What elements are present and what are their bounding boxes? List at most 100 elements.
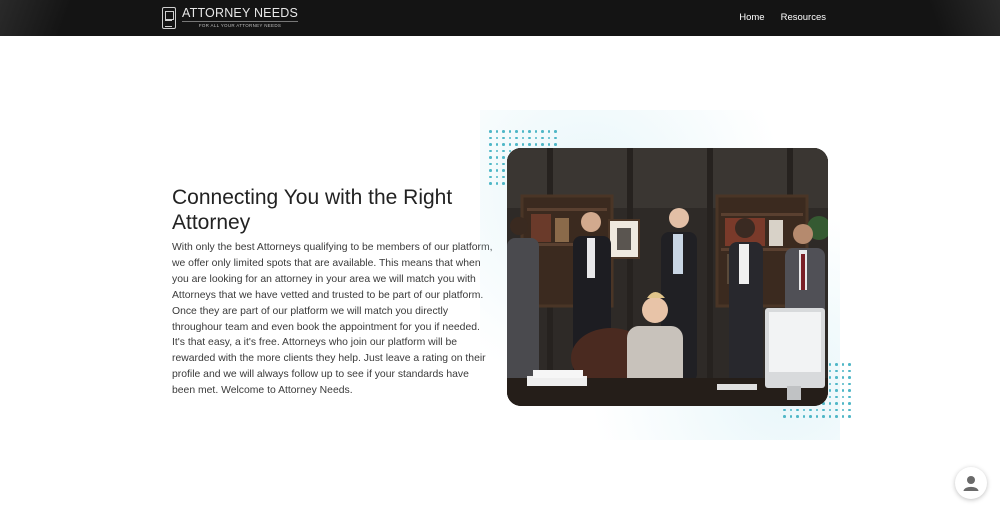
decorative-dot	[489, 156, 492, 159]
decorative-dot	[508, 136, 511, 139]
top-navigation-bar: ATTORNEY NEEDS FOR ALL YOUR ATTORNEY NEE…	[0, 0, 1000, 36]
chat-launcher-button[interactable]	[955, 467, 987, 499]
decorative-dot	[828, 415, 831, 418]
decorative-dot	[489, 130, 492, 133]
decorative-dot	[502, 130, 505, 133]
decorative-dot	[848, 415, 851, 418]
decorative-dot	[495, 149, 498, 152]
decorative-dot	[835, 408, 838, 411]
decorative-dot	[815, 408, 818, 411]
decorative-dot	[528, 130, 531, 133]
decorative-dot	[554, 136, 557, 139]
decorative-dot	[835, 376, 838, 379]
decorative-dot	[541, 136, 544, 139]
decorative-dot	[828, 376, 831, 379]
decorative-dot	[495, 162, 498, 165]
decorative-dot	[841, 389, 844, 392]
decorative-dot	[489, 143, 492, 146]
decorative-dot	[502, 182, 505, 185]
decorative-dot	[783, 408, 786, 411]
decorative-dot	[502, 169, 505, 172]
decorative-dot	[521, 143, 524, 146]
decorative-dot	[822, 408, 825, 411]
user-avatar-icon	[963, 476, 979, 491]
decorative-dot	[541, 143, 544, 146]
decorative-dot	[534, 143, 537, 146]
decorative-dot	[841, 408, 844, 411]
attorney-team-illustration	[507, 148, 828, 406]
decorative-dot	[841, 382, 844, 385]
decorative-dot	[495, 143, 498, 146]
decorative-dot	[502, 175, 505, 178]
decorative-dot	[841, 402, 844, 405]
section-body-text: With only the best Attorneys qualifying …	[172, 242, 493, 397]
decorative-dot	[835, 389, 838, 392]
logo-text: ATTORNEY NEEDS FOR ALL YOUR ATTORNEY NEE…	[182, 6, 299, 29]
decorative-dot	[489, 136, 492, 139]
decorative-dot	[515, 136, 518, 139]
decorative-dot	[828, 389, 831, 392]
decorative-dot	[489, 182, 492, 185]
decorative-dot	[489, 162, 492, 165]
decorative-dot	[815, 415, 818, 418]
decorative-dot	[554, 130, 557, 133]
decorative-dot	[502, 136, 505, 139]
decorative-dot	[508, 130, 511, 133]
decorative-dot	[848, 389, 851, 392]
decorative-dot	[835, 382, 838, 385]
decorative-dot	[835, 363, 838, 366]
decorative-dot	[495, 169, 498, 172]
logo-title: ATTORNEY NEEDS	[182, 6, 299, 20]
decorative-dot	[515, 143, 518, 146]
nav-link-home[interactable]: Home	[739, 12, 764, 24]
decorative-dot	[502, 156, 505, 159]
decorative-dot	[521, 136, 524, 139]
decorative-dot	[835, 402, 838, 405]
decorative-dot	[828, 369, 831, 372]
decorative-dot	[796, 415, 799, 418]
header-edge-right	[910, 0, 1000, 36]
header-edge-left	[0, 0, 90, 36]
decorative-dot	[809, 415, 812, 418]
decorative-dot	[508, 143, 511, 146]
decorative-dot	[502, 162, 505, 165]
decorative-dot	[534, 136, 537, 139]
decorative-dot	[848, 363, 851, 366]
decorative-dot	[528, 143, 531, 146]
decorative-dot	[848, 408, 851, 411]
decorative-dot	[802, 408, 805, 411]
decorative-dot	[495, 182, 498, 185]
decorative-dot	[848, 369, 851, 372]
site-logo[interactable]: ATTORNEY NEEDS FOR ALL YOUR ATTORNEY NEE…	[162, 5, 299, 31]
decorative-dot	[541, 130, 544, 133]
decorative-dot	[841, 363, 844, 366]
decorative-dot	[495, 175, 498, 178]
decorative-dot	[554, 143, 557, 146]
decorative-dot	[547, 143, 550, 146]
decorative-dot	[547, 136, 550, 139]
decorative-dot	[848, 395, 851, 398]
decorative-dot	[841, 376, 844, 379]
decorative-dot	[547, 130, 550, 133]
decorative-dot	[848, 376, 851, 379]
decorative-dot	[515, 130, 518, 133]
decorative-dot	[841, 395, 844, 398]
logo-tagline: FOR ALL YOUR ATTORNEY NEEDS	[182, 21, 299, 29]
decorative-dot	[495, 130, 498, 133]
decorative-dot	[489, 169, 492, 172]
nav-link-resources[interactable]: Resources	[781, 12, 826, 24]
decorative-dot	[489, 149, 492, 152]
decorative-dot	[835, 369, 838, 372]
decorative-dot	[835, 415, 838, 418]
section-heading: Connecting You with the Right Attorney	[172, 186, 453, 234]
decorative-dot	[841, 415, 844, 418]
decorative-dot	[802, 415, 805, 418]
decorative-dot	[495, 136, 498, 139]
decorative-dot	[848, 382, 851, 385]
main-nav: Home Resources	[739, 12, 826, 24]
decorative-dot	[828, 402, 831, 405]
decorative-dot	[495, 156, 498, 159]
door-logo-icon	[162, 7, 176, 29]
decorative-dot	[809, 408, 812, 411]
decorative-dot	[828, 408, 831, 411]
